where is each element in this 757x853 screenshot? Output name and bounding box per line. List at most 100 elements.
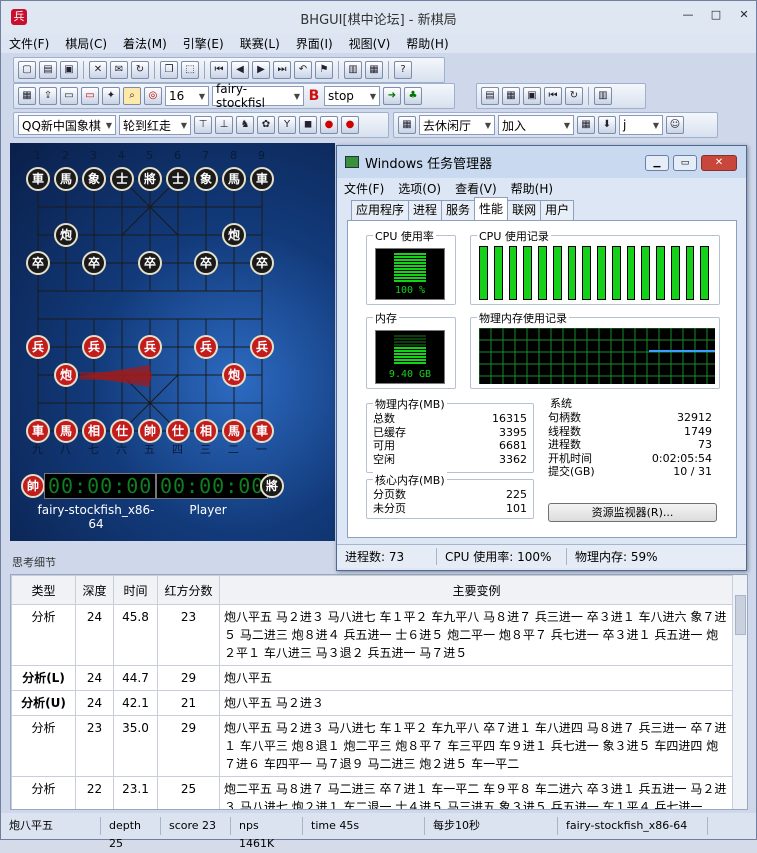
refresh-icon[interactable]: ↻	[131, 61, 149, 79]
table-row[interactable]: 分析 23 35.0 29 炮八平五 马２进３ 马八进七 车１平２ 车九平八 卒７进１ …	[11, 715, 734, 777]
last-move-icon[interactable]: ⏭	[273, 61, 291, 79]
y-icon[interactable]: Y	[278, 116, 296, 134]
calendar-icon[interactable]: ▦	[577, 116, 595, 134]
scroll-thumb[interactable]	[735, 595, 746, 635]
j-combo[interactable]: j ▼	[619, 115, 663, 135]
red-piece[interactable]: 炮	[222, 363, 246, 387]
prev-icon[interactable]: ⏮	[544, 87, 562, 105]
black-piece[interactable]: 士	[110, 167, 134, 191]
red-monitor-icon[interactable]: ▭	[81, 87, 99, 105]
menu-file[interactable]: 文件(F)	[1, 35, 57, 52]
red-piece[interactable]: 車	[250, 419, 274, 443]
game-icon[interactable]: ♞	[236, 116, 254, 134]
new-icon[interactable]: ▢	[18, 61, 36, 79]
black-piece[interactable]: 卒	[194, 251, 218, 275]
save-small-icon[interactable]: ▣	[523, 87, 541, 105]
target-icon[interactable]: ◎	[144, 87, 162, 105]
help-icon[interactable]: ?	[394, 61, 412, 79]
tab-networking[interactable]: 联网	[507, 200, 542, 220]
red-piece[interactable]: 兵	[82, 335, 106, 359]
red-piece[interactable]: 帥	[138, 419, 162, 443]
black-piece[interactable]: 炮	[222, 223, 246, 247]
black-piece[interactable]: 將	[138, 167, 162, 191]
list-icon[interactable]: ▤	[481, 87, 499, 105]
tm-menu-view[interactable]: 查看(V)	[448, 180, 504, 197]
tm-menu-help[interactable]: 帮助(H)	[504, 180, 560, 197]
back-icon[interactable]: ◀	[231, 61, 249, 79]
col-pv[interactable]: 主要变例	[219, 575, 734, 605]
user-icon[interactable]: ☺	[666, 116, 684, 134]
disconnect-icon[interactable]: ⊥	[215, 116, 233, 134]
black-piece[interactable]: 車	[250, 167, 274, 191]
red-piece[interactable]: 相	[194, 419, 218, 443]
chat-icon[interactable]: ◼	[299, 116, 317, 134]
red-piece[interactable]: 仕	[110, 419, 134, 443]
minimize-button[interactable]: —	[680, 7, 696, 23]
tab-services[interactable]: 服务	[441, 200, 476, 220]
tab-performance[interactable]: 性能	[474, 197, 509, 220]
black-piece[interactable]: 卒	[26, 251, 50, 275]
tile-icon[interactable]: ▦	[365, 61, 383, 79]
panel-icon[interactable]: ▥	[594, 87, 612, 105]
turn-combo[interactable]: 轮到红走 ▼	[119, 115, 191, 135]
general-icon[interactable]: ●	[341, 116, 359, 134]
room-combo[interactable]: 去休闲厅 ▼	[419, 115, 495, 135]
red-piece[interactable]: 馬	[54, 419, 78, 443]
mail-icon[interactable]: ✉	[110, 61, 128, 79]
capture-icon[interactable]: ⬚	[181, 61, 199, 79]
black-piece[interactable]: 馬	[54, 167, 78, 191]
mode-combo[interactable]: QQ新中国象棋 ▼	[18, 115, 116, 135]
black-piece[interactable]: 卒	[250, 251, 274, 275]
undo-icon[interactable]: ↶	[294, 61, 312, 79]
first-move-icon[interactable]: ⏮	[210, 61, 228, 79]
monitor-icon[interactable]: ▭	[60, 87, 78, 105]
maximize-button[interactable]: □	[708, 7, 724, 23]
black-piece[interactable]: 車	[26, 167, 50, 191]
menu-view[interactable]: 视图(V)	[341, 35, 399, 52]
open-icon[interactable]: ▤	[39, 61, 57, 79]
tm-minimize-button[interactable]: ▁	[645, 155, 669, 171]
save-icon[interactable]: ▣	[60, 61, 78, 79]
black-piece[interactable]: 象	[82, 167, 106, 191]
black-piece[interactable]: 卒	[82, 251, 106, 275]
copy-icon[interactable]: ❐	[160, 61, 178, 79]
task-manager-window[interactable]: Windows 任务管理器 ▁ ▭ ✕ 文件(F) 选项(O) 查看(V) 帮助…	[336, 145, 747, 571]
red-piece[interactable]: 炮	[54, 363, 78, 387]
tm-menu-options[interactable]: 选项(O)	[391, 180, 448, 197]
depth-combo[interactable]: 16 ▼	[165, 86, 209, 106]
red-piece[interactable]: 兵	[250, 335, 274, 359]
search-icon[interactable]: ⌕	[123, 87, 141, 105]
delete-icon[interactable]: ✕	[89, 61, 107, 79]
table-row[interactable]: 分析(L) 24 44.7 29 炮八平五	[11, 665, 734, 691]
black-piece[interactable]: 馬	[222, 167, 246, 191]
black-piece[interactable]: 炮	[54, 223, 78, 247]
menu-interface[interactable]: 界面(I)	[288, 35, 341, 52]
col-score[interactable]: 红方分数	[157, 575, 220, 605]
table-row[interactable]: 分析 22 23.1 25 炮二平五 马８进７ 马二进三 卒７进１ 车一平二 车９平８ …	[11, 776, 734, 809]
engine-combo[interactable]: fairy-stockfisl ▼	[212, 82, 304, 110]
menu-league[interactable]: 联赛(L)	[232, 35, 288, 52]
table-row[interactable]: 分析 24 45.8 23 炮八平五 马２进３ 马八进七 车１平２ 车九平八 马８进７ …	[11, 604, 734, 666]
board-icon[interactable]: ▦	[18, 87, 36, 105]
tab-users[interactable]: 用户	[540, 200, 575, 220]
table-scrollbar[interactable]	[732, 575, 747, 809]
tm-menu-file[interactable]: 文件(F)	[337, 180, 391, 197]
export-icon[interactable]: ⇪	[39, 87, 57, 105]
col-type[interactable]: 类型	[11, 575, 76, 605]
col-depth[interactable]: 深度	[75, 575, 114, 605]
flag-icon[interactable]: ⚑	[315, 61, 333, 79]
download-icon[interactable]: ⬇	[598, 116, 616, 134]
chess-board[interactable]: 123456789 九八七六五四三二一 車馬象士將士象馬車炮炮卒卒卒卒卒兵兵兵兵…	[10, 143, 335, 541]
red-piece[interactable]: 車	[26, 419, 50, 443]
col-time[interactable]: 时间	[113, 575, 158, 605]
join-combo[interactable]: 加入 ▼	[498, 115, 574, 135]
flower-icon[interactable]: ✿	[257, 116, 275, 134]
red-piece[interactable]: 馬	[222, 419, 246, 443]
red-piece[interactable]: 兵	[138, 335, 162, 359]
red-piece[interactable]: 仕	[166, 419, 190, 443]
resource-monitor-button[interactable]: 资源监视器(R)...	[548, 503, 717, 522]
bulb-icon[interactable]: ✦	[102, 87, 120, 105]
go-icon[interactable]: ➜	[383, 87, 401, 105]
black-piece[interactable]: 象	[194, 167, 218, 191]
red-piece-icon[interactable]: ●	[320, 116, 338, 134]
